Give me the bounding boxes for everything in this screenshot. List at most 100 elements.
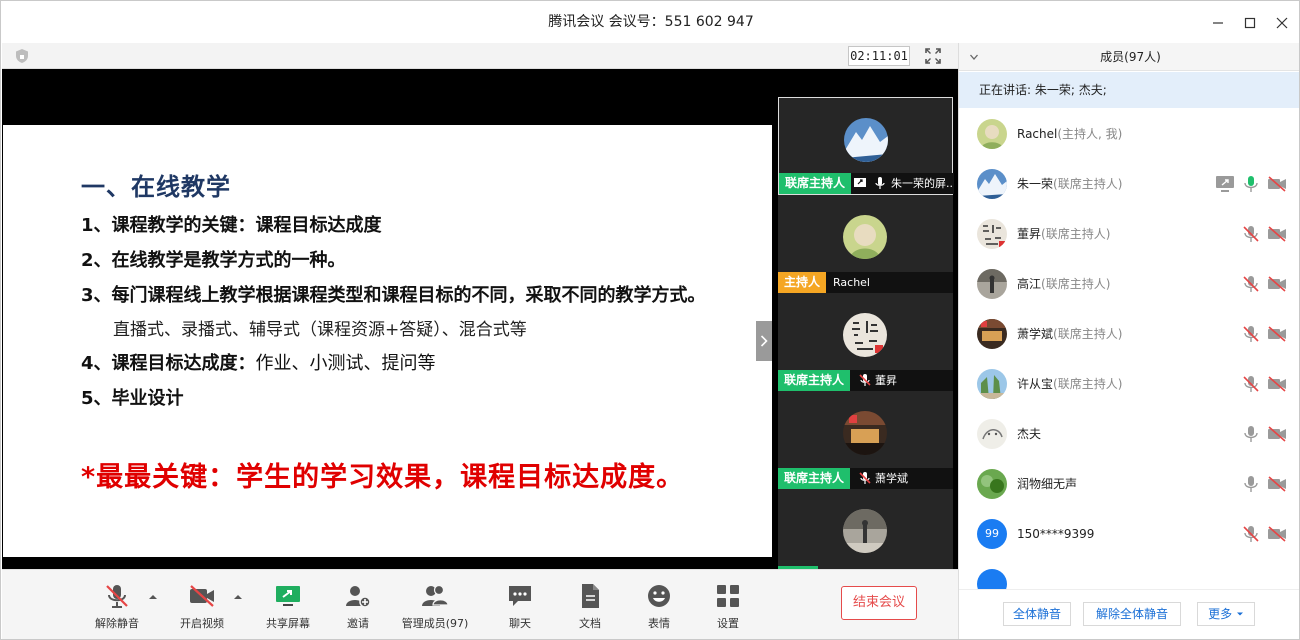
member-name: 许从宝(联席主持人) bbox=[1017, 377, 1123, 391]
member-name: 杰夫 bbox=[1017, 427, 1042, 441]
more-button[interactable]: 更多 bbox=[1197, 602, 1255, 626]
thumbnail-name: Rachel bbox=[833, 276, 870, 289]
screen-share-icon bbox=[1216, 176, 1234, 192]
video-thumbnail[interactable]: 联席主持人 朱一荣的屏... bbox=[778, 97, 954, 195]
caret-up-icon[interactable] bbox=[148, 592, 158, 602]
member-row[interactable]: 朱一荣(联席主持人) bbox=[959, 159, 1299, 209]
muted-microphone-icon[interactable] bbox=[1241, 275, 1261, 293]
member-name: 高江(联席主持人) bbox=[1017, 277, 1111, 291]
chat-button[interactable]: 聊天 bbox=[485, 582, 555, 632]
muted-microphone-icon[interactable] bbox=[1241, 525, 1261, 543]
collapse-thumbnails-button[interactable] bbox=[756, 321, 772, 361]
role-tag: 联席主持人 bbox=[779, 173, 852, 194]
avatar bbox=[977, 269, 1007, 299]
fullscreen-icon[interactable] bbox=[924, 47, 942, 65]
thumbnail-name: 朱一荣的屏... bbox=[891, 177, 953, 190]
video-thumbnail[interactable]: 主持人 Rachel bbox=[778, 195, 953, 293]
share-screen-icon bbox=[276, 586, 300, 606]
invite-button[interactable]: 邀请 bbox=[323, 582, 393, 632]
slide-line-2: 2、在线教学是教学方式的一种。 bbox=[81, 250, 346, 271]
microphone-icon[interactable] bbox=[1241, 425, 1261, 443]
share-screen-label: 共享屏幕 bbox=[266, 617, 310, 630]
role-tag: 联席主持人 bbox=[778, 468, 851, 489]
thumbnail-label-bar: 联席主持人 萧学斌 bbox=[778, 468, 953, 489]
maximize-button[interactable] bbox=[1241, 14, 1259, 32]
muted-microphone-icon bbox=[859, 472, 871, 484]
slide-line-1: 1、课程教学的关键：课程目标达成度 bbox=[81, 215, 382, 236]
members-panel: 成员(97人) 正在讲话: 朱一荣; 杰夫; Rachel(主持人, 我) 朱一… bbox=[958, 43, 1299, 639]
chat-icon bbox=[509, 586, 531, 606]
member-row[interactable]: 董昇(联席主持人) bbox=[959, 209, 1299, 259]
avatar bbox=[977, 419, 1007, 449]
slide-heading: 一、在线教学 bbox=[81, 173, 231, 201]
member-row[interactable]: 高江(联席主持人) bbox=[959, 259, 1299, 309]
video-off-icon[interactable] bbox=[1267, 525, 1287, 543]
more-label: 更多 bbox=[1208, 607, 1233, 621]
video-off-icon[interactable] bbox=[1267, 275, 1287, 293]
video-off-icon[interactable] bbox=[1267, 475, 1287, 493]
video-off-icon[interactable] bbox=[1267, 175, 1287, 193]
avatar bbox=[843, 313, 887, 357]
avatar bbox=[977, 569, 1007, 589]
start-video-button[interactable]: 开启视频 bbox=[167, 582, 237, 632]
documents-label: 文档 bbox=[579, 617, 601, 630]
emoji-button[interactable]: 表情 bbox=[624, 582, 694, 632]
member-row[interactable]: 萧学斌(联席主持人) bbox=[959, 309, 1299, 359]
document-icon bbox=[582, 584, 599, 608]
chat-label: 聊天 bbox=[509, 617, 531, 630]
muted-microphone-icon[interactable] bbox=[1241, 375, 1261, 393]
share-screen-button[interactable]: 共享屏幕 bbox=[253, 582, 323, 632]
members-panel-footer: 全体静音 解除全体静音 更多 bbox=[959, 589, 1299, 639]
manage-members-button[interactable]: 管理成员(97) bbox=[400, 582, 470, 632]
muted-microphone-icon[interactable] bbox=[1241, 225, 1261, 243]
member-row[interactable]: 杰夫 bbox=[959, 409, 1299, 459]
unmute-label: 解除静音 bbox=[95, 617, 139, 630]
avatar bbox=[977, 119, 1007, 149]
slide-line-4: 4、课程目标达成度：作业、小测试、提问等 bbox=[81, 349, 436, 375]
microphone-icon[interactable] bbox=[1241, 175, 1261, 193]
member-row[interactable]: 99 150****9399 bbox=[959, 509, 1299, 559]
member-row[interactable]: 许从宝(联席主持人) bbox=[959, 359, 1299, 409]
settings-label: 设置 bbox=[717, 617, 739, 630]
manage-members-label: 管理成员(97) bbox=[401, 617, 469, 630]
role-tag: 主持人 bbox=[778, 272, 827, 293]
slide-line-4-bold: 4、课程目标达成度： bbox=[81, 353, 256, 374]
unmute-button[interactable]: 解除静音 bbox=[82, 582, 152, 632]
video-thumbnail[interactable]: 联席主持人 萧学斌 bbox=[778, 391, 953, 489]
microphone-icon[interactable] bbox=[1241, 475, 1261, 493]
emoji-label: 表情 bbox=[648, 617, 670, 630]
chevron-right-icon bbox=[760, 335, 768, 347]
muted-microphone-icon[interactable] bbox=[1241, 325, 1261, 343]
mute-all-button[interactable]: 全体静音 bbox=[1003, 602, 1071, 626]
speaking-indicator: 正在讲话: 朱一荣; 杰夫; bbox=[959, 72, 1299, 108]
member-row[interactable]: Rachel(主持人, 我) bbox=[959, 109, 1299, 159]
members-title: 成员(97人) bbox=[1100, 50, 1161, 64]
title-bar: 腾讯会议 会议号：551 602 947 bbox=[1, 1, 1299, 43]
end-meeting-button[interactable]: 结束会议 bbox=[841, 586, 917, 620]
stage-top-bar: 02:11:01 bbox=[2, 43, 958, 69]
caret-up-icon[interactable] bbox=[233, 592, 243, 602]
settings-button[interactable]: 设置 bbox=[693, 582, 763, 632]
video-off-icon[interactable] bbox=[1267, 325, 1287, 343]
video-thumbnail-strip: 联席主持人 朱一荣的屏... 主持人 Rachel 联席主持人 董昇 联席主持人… bbox=[778, 97, 954, 569]
video-thumbnail[interactable] bbox=[778, 489, 953, 569]
add-user-icon bbox=[346, 586, 371, 608]
avatar bbox=[843, 509, 887, 553]
video-thumbnail[interactable]: 联席主持人 董昇 bbox=[778, 293, 953, 391]
video-off-icon[interactable] bbox=[1267, 225, 1287, 243]
documents-button[interactable]: 文档 bbox=[555, 582, 625, 632]
window-title: 腾讯会议 会议号：551 602 947 bbox=[548, 14, 754, 30]
video-off-icon[interactable] bbox=[1267, 375, 1287, 393]
avatar bbox=[843, 411, 887, 455]
slide-line-5: 5、毕业设计 bbox=[81, 388, 184, 409]
security-shield-icon[interactable] bbox=[14, 48, 30, 64]
video-off-icon[interactable] bbox=[1267, 425, 1287, 443]
member-row[interactable]: 润物细无声 bbox=[959, 459, 1299, 509]
close-button[interactable] bbox=[1273, 14, 1291, 32]
member-row[interactable] bbox=[959, 559, 1299, 589]
minimize-icon bbox=[1213, 22, 1223, 24]
unmute-all-button[interactable]: 解除全体静音 bbox=[1083, 602, 1181, 626]
minimize-button[interactable] bbox=[1209, 14, 1227, 32]
member-name: 董昇(联席主持人) bbox=[1017, 227, 1111, 241]
member-name: 萧学斌(联席主持人) bbox=[1017, 327, 1123, 341]
